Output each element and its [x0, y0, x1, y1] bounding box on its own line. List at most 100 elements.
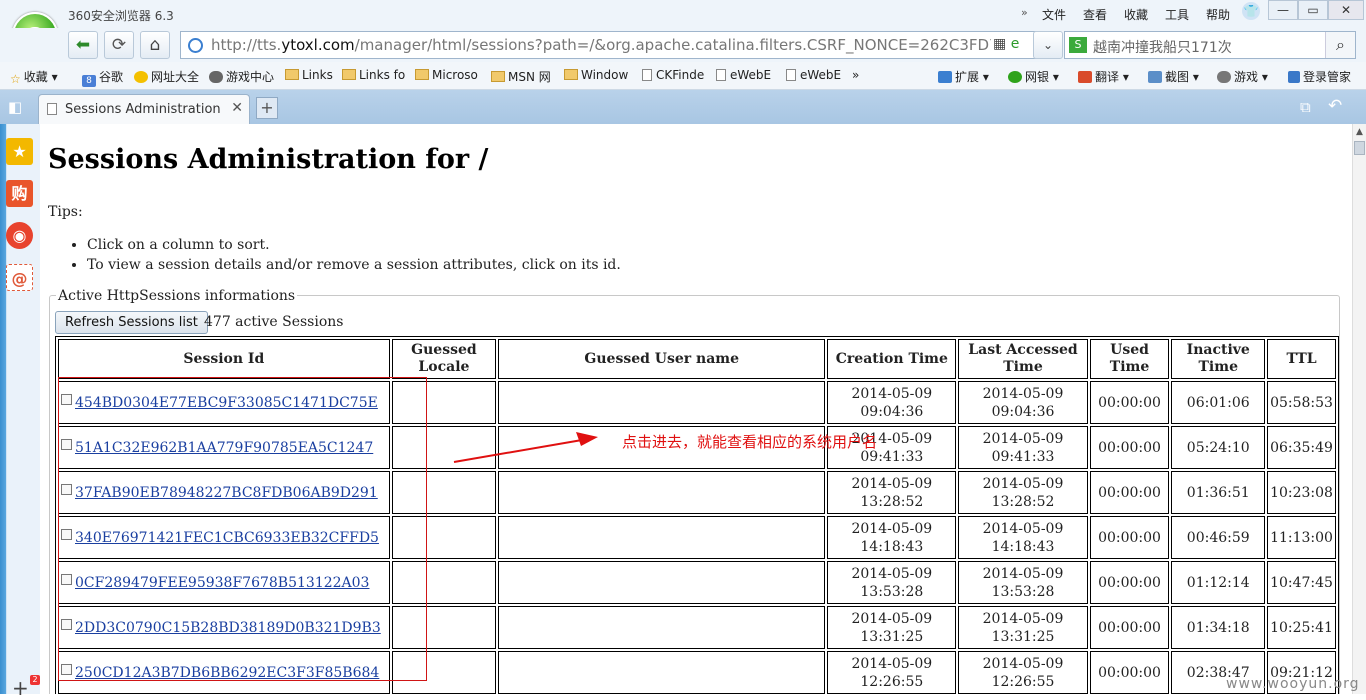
scroll-thumb[interactable]	[1354, 141, 1365, 155]
address-dropdown-icon[interactable]: ⌄	[1033, 31, 1063, 59]
menu-expand-icon[interactable]: »	[1021, 6, 1028, 19]
login-manager-button[interactable]: 登录管家	[1288, 68, 1351, 85]
gamepad-icon	[1217, 71, 1231, 83]
guessed-user-cell	[498, 516, 826, 559]
bookmark-ewebeditor-2[interactable]: eWebE	[786, 68, 841, 82]
last-accessed-cell: 2014-05-09 14:18:43	[958, 516, 1088, 559]
search-input[interactable]: 越南冲撞我船只171次	[1093, 37, 1232, 57]
inactive-time-cell: 01:36:51	[1171, 471, 1266, 514]
mail-icon[interactable]: @	[6, 264, 33, 291]
games-menu[interactable]: 游戏 ▾	[1217, 68, 1268, 85]
guessed-user-cell	[498, 471, 826, 514]
column-header-inactive-time[interactable]: Inactive Time	[1171, 339, 1266, 379]
tab-bar: ◧ Sessions Administration for ✕ + ⧉ ↶	[0, 90, 1366, 124]
back-button[interactable]: ⬅	[68, 31, 98, 59]
restore-button[interactable]: ▭	[1298, 0, 1328, 20]
ie-mode-icon[interactable]	[188, 38, 203, 53]
search-box[interactable]: S 越南冲撞我船只171次 ⌕	[1064, 31, 1356, 59]
menu-favorites[interactable]: 收藏	[1124, 6, 1148, 23]
shopping-icon[interactable]: 购	[6, 180, 33, 207]
last-accessed-cell: 2014-05-09 12:26:55	[958, 651, 1088, 694]
url-text[interactable]: http://tts.ytoxl.com/manager/html/sessio…	[211, 36, 991, 54]
address-bar-icons[interactable]: ▦ e	[993, 36, 1019, 52]
menu-file[interactable]: 文件	[1042, 6, 1066, 23]
column-header-last-accessed-time[interactable]: Last Accessed Time	[958, 339, 1088, 379]
search-engine-icon[interactable]: S	[1069, 37, 1087, 53]
sidebar-toggle-icon[interactable]: ◧	[8, 98, 22, 116]
translate-menu[interactable]: 翻译 ▾	[1078, 68, 1129, 85]
ttl-cell: 06:35:49	[1267, 426, 1336, 469]
bookmark-ewebeditor-1[interactable]: eWebE	[716, 68, 771, 82]
navigation-bar: ⬅ ⟳ ⌂ http://tts.ytoxl.com/manager/html/…	[0, 28, 1366, 62]
extension-icon	[938, 71, 952, 83]
folder-icon	[415, 69, 429, 80]
close-tab-icon[interactable]: ✕	[231, 100, 243, 116]
add-sidebar-app-button[interactable]: +	[12, 676, 29, 700]
column-header-used-time[interactable]: Used Time	[1089, 339, 1170, 379]
menu-view[interactable]: 查看	[1083, 6, 1107, 23]
column-header-guessed-locale[interactable]: Guessed Locale	[391, 339, 497, 379]
inactive-time-cell: 01:12:14	[1171, 561, 1266, 604]
used-time-cell: 00:00:00	[1089, 561, 1170, 604]
creation-time-cell: 2014-05-09 13:53:28	[827, 561, 957, 604]
sidebar: ★ 购 ◉ @	[0, 124, 40, 694]
bookmark-google[interactable]: 8 谷歌	[82, 68, 123, 87]
new-tab-button[interactable]: +	[256, 97, 278, 119]
page-icon	[786, 69, 796, 81]
bookmark-web-directory[interactable]: 网址大全	[134, 68, 199, 85]
scroll-up-icon[interactable]: ▲	[1353, 124, 1366, 140]
scissors-icon	[1148, 71, 1162, 83]
annotation-highlight-box	[58, 377, 427, 681]
used-time-cell: 00:00:00	[1089, 651, 1170, 694]
inactive-time-cell: 00:46:59	[1171, 516, 1266, 559]
bookmarks-more-button[interactable]: »	[852, 68, 859, 82]
bookmark-folder-msn[interactable]: MSN 网	[491, 68, 551, 85]
online-banking-menu[interactable]: 网银 ▾	[1008, 68, 1059, 85]
refresh-sessions-button[interactable]: Refresh Sessions list	[55, 311, 208, 334]
vertical-scrollbar[interactable]: ▲	[1352, 124, 1366, 694]
favorites-star-icon[interactable]: ★	[6, 138, 33, 165]
restore-tab-icon[interactable]: ⧉	[1300, 98, 1311, 116]
tips-list: Click on a column to sort. To view a ses…	[69, 235, 621, 275]
extensions-menu[interactable]: 扩展 ▾	[938, 68, 989, 85]
column-header-creation-time[interactable]: Creation Time	[827, 339, 957, 379]
bookmark-folder-links-for[interactable]: Links fo	[342, 68, 405, 82]
bookmark-favorites[interactable]: ☆ 收藏 ▾	[10, 68, 58, 86]
bookmarks-bar: ☆ 收藏 ▾ 8 谷歌 网址大全 游戏中心 Links Links fo Micro…	[0, 62, 1366, 90]
folder-icon	[285, 69, 299, 80]
bookmark-folder-microsoft[interactable]: Microso	[415, 68, 478, 82]
speed-mode-icon: e	[1010, 36, 1020, 52]
bookmark-game-center[interactable]: 游戏中心	[209, 68, 274, 85]
column-header-ttl[interactable]: TTL	[1267, 339, 1336, 379]
used-time-cell: 00:00:00	[1089, 426, 1170, 469]
page-icon	[642, 69, 652, 81]
tip-item: Click on a column to sort.	[87, 235, 621, 255]
bookmark-ckfinder[interactable]: CKFinde	[642, 68, 704, 82]
annotation-text: 点击进去，就能查看相应的系统用户名	[622, 433, 878, 451]
bookmark-folder-windows[interactable]: Window	[564, 68, 628, 82]
address-bar[interactable]: http://tts.ytoxl.com/manager/html/sessio…	[180, 31, 1056, 59]
menu-help[interactable]: 帮助	[1206, 6, 1230, 23]
refresh-button[interactable]: ⟳	[104, 31, 134, 59]
menu-tools[interactable]: 工具	[1165, 6, 1189, 23]
skin-icon[interactable]: 👕	[1242, 2, 1260, 20]
weibo-icon[interactable]: ◉	[6, 222, 33, 249]
folder-icon	[342, 69, 356, 80]
column-header-guessed-user-name[interactable]: Guessed User name	[498, 339, 826, 379]
close-window-button[interactable]: ✕	[1328, 0, 1364, 20]
home-button[interactable]: ⌂	[140, 31, 170, 59]
minimize-button[interactable]: —	[1268, 0, 1298, 20]
ttl-cell: 11:13:00	[1267, 516, 1336, 559]
column-header-session-id[interactable]: Session Id	[58, 339, 390, 379]
tab-sessions-administration[interactable]: Sessions Administration for ✕	[38, 94, 250, 124]
gamepad-icon	[209, 71, 223, 83]
search-icon[interactable]: ⌕	[1325, 32, 1355, 58]
app-title: 360安全浏览器 6.3	[68, 9, 174, 23]
used-time-cell: 00:00:00	[1089, 516, 1170, 559]
bookmark-folder-links[interactable]: Links	[285, 68, 333, 82]
translate-icon	[1078, 71, 1092, 83]
inactive-time-cell: 01:34:18	[1171, 606, 1266, 649]
guessed-user-cell	[498, 606, 826, 649]
undo-close-icon[interactable]: ↶	[1328, 96, 1342, 116]
screenshot-menu[interactable]: 截图 ▾	[1148, 68, 1199, 85]
